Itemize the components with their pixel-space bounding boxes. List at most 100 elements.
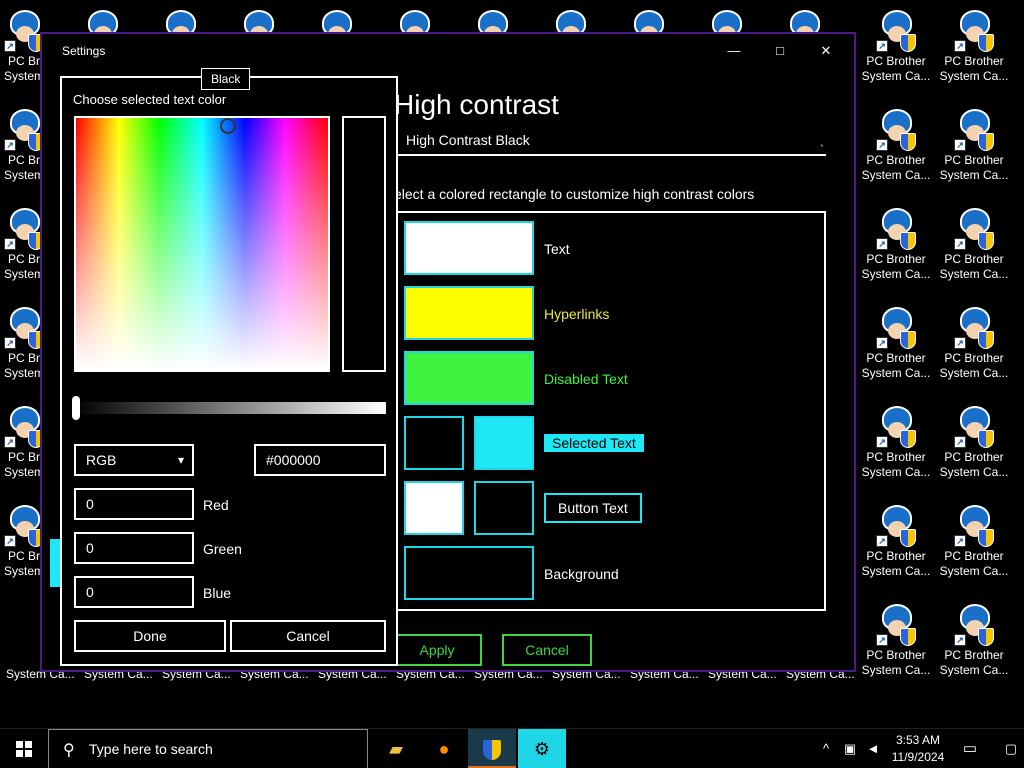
settings-app-icon[interactable]: ⚙ (518, 729, 566, 768)
shortcut-label-line2: System Ca... (861, 168, 931, 182)
disabled-text-label: Disabled Text (544, 371, 628, 387)
pc-brother-icon: ↗ (954, 503, 994, 547)
shortcut-label-line1: PC Brother (866, 549, 926, 563)
shortcut-label-line2: System Ca... (939, 564, 1009, 578)
desktop-shortcut[interactable]: ↗ PC Brother System Ca... (936, 101, 1012, 193)
color-preview (342, 116, 386, 372)
shortcut-label-line2: System Ca... (861, 69, 931, 83)
blue-label: Blue (203, 585, 232, 601)
apply-button[interactable]: Apply (392, 634, 482, 666)
text-color-swatch[interactable] (404, 221, 534, 275)
close-button[interactable]: ✕ (806, 40, 846, 62)
desktop-shortcut[interactable]: ↗ PC Brother System Ca... (858, 299, 934, 391)
desktop-shortcut[interactable]: ↗ PC Brother System Ca... (936, 299, 1012, 391)
desktop-shortcut[interactable]: ↗ PC Brother System Ca... (936, 398, 1012, 490)
pc-brother-icon: ↗ (954, 206, 994, 250)
color-swatch-panel: Text Hyperlinks Disabled Text Selected T… (394, 211, 826, 611)
firefox-icon[interactable]: ● (420, 729, 468, 768)
selected-text-fg-swatch[interactable] (404, 416, 464, 470)
desktop-shortcut[interactable]: ↗ PC Brother System Ca... (936, 2, 1012, 94)
search-placeholder: Type here to search (89, 741, 213, 757)
pc-brother-icon: ↗ (876, 305, 916, 349)
pc-brother-icon: ↗ (4, 404, 44, 448)
spectrum-cursor[interactable] (220, 118, 236, 134)
search-box[interactable]: ⚲ Type here to search (48, 729, 368, 768)
minimize-button[interactable]: — (714, 40, 754, 62)
color-picker-dialog: Choose selected text color RGB ▾ #000000… (60, 76, 398, 666)
page-title: High contrast (394, 89, 559, 120)
instruction-text: elect a colored rectangle to customize h… (394, 186, 755, 202)
network-icon[interactable]: ▣ (838, 729, 862, 768)
desktop-shortcut[interactable]: ↗ PC Brother System Ca... (936, 200, 1012, 292)
button-text-bg-swatch[interactable] (474, 481, 534, 535)
shortcut-label-line1: PC Brother (866, 252, 926, 266)
window-title: Settings (62, 44, 106, 58)
desktop-shortcut[interactable]: ↗ PC Brother System Ca... (858, 101, 934, 193)
pc-brother-icon: ↗ (954, 8, 994, 52)
shortcut-label-line1: PC Brother (866, 153, 926, 167)
picker-title: Choose selected text color (73, 92, 227, 107)
background-color-swatch[interactable] (404, 546, 534, 600)
cancel-button[interactable]: Cancel (502, 634, 592, 666)
volume-muted-icon[interactable]: ◄ (862, 729, 884, 768)
shortcut-label-line1: PC Brother (866, 648, 926, 662)
shortcut-label-line1: PC Brother (866, 351, 926, 365)
pc-brother-icon: ↗ (876, 206, 916, 250)
desktop-shortcut[interactable]: ↗ PC Brother System Ca... (858, 398, 934, 490)
clock[interactable]: 3:53 AM 11/9/2024 (890, 732, 946, 766)
desktop-shortcut[interactable]: ↗ PC Brother System Ca... (858, 596, 934, 688)
shortcut-label-line2: System Ca... (939, 465, 1009, 479)
shortcut-label-line1: PC Brother (944, 252, 1004, 266)
color-spectrum[interactable] (74, 116, 330, 372)
pc-brother-app-icon[interactable] (468, 729, 516, 768)
green-input[interactable]: 0 (74, 532, 194, 564)
search-icon: ⚲ (63, 742, 75, 759)
brightness-slider[interactable] (72, 396, 386, 420)
desktop-shortcut[interactable]: ↗ PC Brother System Ca... (858, 497, 934, 589)
shortcut-label-line2: System Ca... (939, 69, 1009, 83)
shortcut-label-line2: System Ca... (861, 564, 931, 578)
button-text-preview: Button Text (544, 493, 642, 523)
selected-text-bg-swatch[interactable] (474, 416, 534, 470)
shortcut-label-line1: PC Brother (944, 450, 1004, 464)
picker-cancel-button[interactable]: Cancel (230, 620, 386, 652)
color-mode-value: RGB (86, 452, 117, 468)
desktop-shortcut[interactable]: ↗ PC Brother System Ca... (936, 497, 1012, 589)
hyperlinks-color-swatch[interactable] (404, 286, 534, 340)
file-explorer-icon[interactable]: ▰ (372, 729, 420, 768)
text-label: Text (544, 241, 570, 257)
slider-thumb[interactable] (72, 396, 80, 420)
desktop-shortcut[interactable]: ↗ PC Brother System Ca... (936, 596, 1012, 688)
chevron-up-icon[interactable]: ^ (814, 729, 838, 768)
start-button[interactable] (0, 729, 48, 768)
pc-brother-icon: ↗ (876, 8, 916, 52)
pc-brother-icon: ↗ (954, 107, 994, 151)
red-input[interactable]: 0 (74, 488, 194, 520)
pc-brother-icon: ↗ (4, 206, 44, 250)
pc-brother-icon: ↗ (4, 305, 44, 349)
pc-brother-icon: ↗ (876, 404, 916, 448)
blue-input[interactable]: 0 (74, 576, 194, 608)
theme-value: High Contrast Black (406, 132, 530, 148)
shortcut-label-line1: PC Brother (944, 153, 1004, 167)
done-button[interactable]: Done (74, 620, 226, 652)
shortcut-label-line2: System Ca... (861, 366, 931, 380)
desktop-shortcut[interactable]: ↗ PC Brother System Ca... (858, 2, 934, 94)
button-text-fg-swatch[interactable] (404, 481, 464, 535)
disabled-text-color-swatch[interactable] (404, 351, 534, 405)
maximize-button[interactable]: □ (760, 40, 800, 62)
pc-brother-icon: ↗ (4, 107, 44, 151)
windows-logo-icon (16, 741, 32, 757)
theme-dropdown[interactable]: High Contrast Black ˎ (394, 130, 826, 156)
pc-brother-icon: ↗ (876, 503, 916, 547)
pc-brother-icon: ↗ (954, 602, 994, 646)
background-label: Background (544, 566, 619, 582)
green-label: Green (203, 541, 242, 557)
hex-input[interactable]: #000000 (254, 444, 386, 476)
color-mode-dropdown[interactable]: RGB ▾ (74, 444, 194, 476)
notification-icon[interactable]: ▭ (956, 729, 984, 768)
show-desktop-icon[interactable]: ▢ (998, 729, 1024, 768)
desktop-shortcut[interactable]: ↗ PC Brother System Ca... (858, 200, 934, 292)
pc-brother-icon: ↗ (954, 404, 994, 448)
clock-date: 11/9/2024 (891, 750, 945, 764)
